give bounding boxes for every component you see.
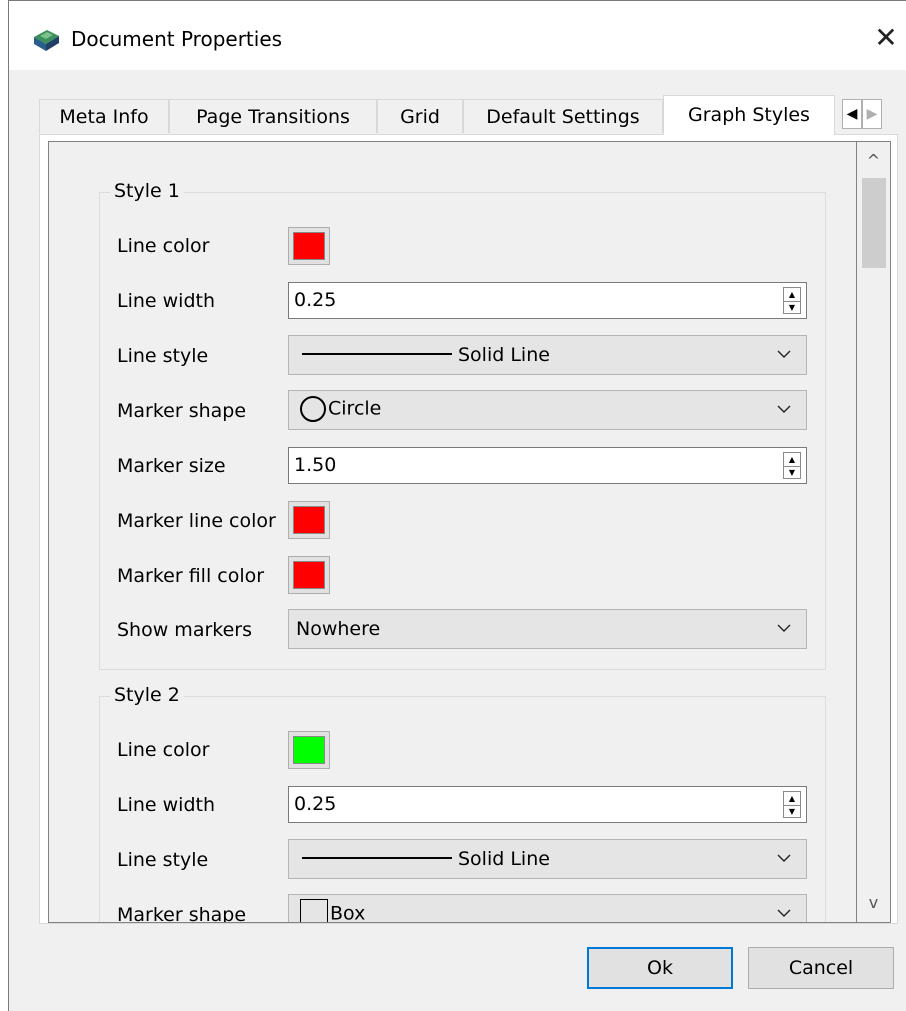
marker-fill-color-button[interactable] (288, 556, 330, 594)
chevron-down-icon (777, 854, 791, 862)
style-2-group: Style 2 Line color Line width 0.25 ▲ ▼ L… (99, 684, 826, 923)
show-markers-label: Show markers (117, 619, 252, 641)
line-style-label: Line style (117, 345, 209, 367)
scroll-up-icon[interactable]: ^ (857, 146, 890, 176)
marker-shape-value: Circle (328, 397, 382, 420)
marker-shape-combo[interactable]: Box (288, 894, 807, 923)
line-style-combo[interactable]: Solid Line (288, 839, 807, 879)
window-title: Document Properties (71, 27, 283, 51)
line-style-label: Line style (117, 849, 209, 871)
tab-label: Meta Info (59, 106, 149, 128)
tab-page-transitions[interactable]: Page Transitions (169, 99, 377, 133)
spin-value: 1.50 (294, 454, 337, 476)
marker-shape-label: Marker shape (117, 400, 247, 422)
close-icon[interactable]: ✕ (871, 23, 901, 53)
line-width-label: Line width (117, 290, 216, 312)
line-style-value: Solid Line (458, 848, 550, 870)
color-swatch (293, 561, 325, 589)
tab-label: Graph Styles (688, 104, 810, 126)
line-color-button[interactable] (288, 731, 330, 769)
chevron-down-icon (777, 624, 791, 632)
cancel-button[interactable]: Cancel (748, 947, 894, 989)
spin-value: 0.25 (294, 793, 337, 815)
scroll-thumb[interactable] (862, 178, 886, 268)
tab-bar: Meta Info Page Transitions Grid Default … (39, 95, 901, 135)
tab-label: Default Settings (486, 106, 640, 128)
line-width-label: Line width (117, 794, 216, 816)
chevron-down-icon (777, 405, 791, 413)
combo-value: Circle (296, 396, 381, 422)
marker-size-label: Marker size (117, 455, 226, 477)
combo-value: Solid Line (296, 848, 550, 870)
spin-down-icon[interactable]: ▼ (784, 301, 800, 314)
marker-shape-combo[interactable]: Circle (288, 390, 807, 430)
marker-fill-color-label: Marker fill color (117, 565, 265, 587)
style-1-group: Style 1 Line color Line width 0.25 ▲ ▼ L… (99, 180, 826, 670)
line-style-combo[interactable]: Solid Line (288, 335, 807, 375)
tab-label: Grid (400, 106, 440, 128)
spin-up-icon[interactable]: ▲ (784, 288, 800, 302)
tab-graph-styles[interactable]: Graph Styles (663, 95, 835, 135)
marker-line-color-button[interactable] (288, 501, 330, 539)
spin-up-icon[interactable]: ▲ (784, 453, 800, 467)
line-color-label: Line color (117, 739, 210, 761)
tab-scroll-left-icon[interactable]: ◀ (842, 99, 862, 129)
spin-value: 0.25 (294, 289, 337, 311)
box-marker-icon (300, 899, 328, 922)
spin-down-icon[interactable]: ▼ (784, 466, 800, 479)
vertical-scrollbar[interactable]: ^ v (857, 141, 891, 923)
line-style-value: Solid Line (458, 344, 550, 366)
scroll-down-icon[interactable]: v (857, 888, 890, 918)
document-properties-dialog: Document Properties ✕ Meta Info Page Tra… (8, 0, 906, 1011)
chevron-down-icon (777, 350, 791, 358)
group-legend: Style 1 (110, 180, 184, 202)
scroll-viewport[interactable]: Style 1 Line color Line width 0.25 ▲ ▼ L… (48, 141, 857, 923)
combo-value: Nowhere (296, 618, 381, 640)
show-markers-combo[interactable]: Nowhere (288, 609, 807, 649)
line-width-spinbox[interactable]: 0.25 ▲ ▼ (288, 786, 807, 823)
line-color-button[interactable] (288, 227, 330, 265)
marker-shape-value: Box (330, 902, 366, 923)
graph-styles-pane: Style 1 Line color Line width 0.25 ▲ ▼ L… (39, 134, 898, 924)
title-bar: Document Properties ✕ (9, 1, 906, 70)
tab-scroll-right-icon[interactable]: ▶ (862, 99, 882, 129)
group-legend: Style 2 (110, 684, 184, 706)
line-color-label: Line color (117, 235, 210, 257)
spin-buttons: ▲ ▼ (783, 452, 801, 479)
combo-value: Box (296, 899, 366, 923)
marker-size-spinbox[interactable]: 1.50 ▲ ▼ (288, 447, 807, 484)
color-swatch (293, 232, 325, 260)
solid-line-sample-icon (302, 352, 452, 355)
line-width-spinbox[interactable]: 0.25 ▲ ▼ (288, 282, 807, 319)
marker-shape-label: Marker shape (117, 904, 247, 923)
tab-default-settings[interactable]: Default Settings (463, 99, 663, 133)
color-swatch (293, 736, 325, 764)
color-swatch (293, 506, 325, 534)
spin-buttons: ▲ ▼ (783, 287, 801, 314)
spin-down-icon[interactable]: ▼ (784, 805, 800, 818)
marker-line-color-label: Marker line color (117, 510, 276, 532)
spin-buttons: ▲ ▼ (783, 791, 801, 818)
tab-meta-info[interactable]: Meta Info (39, 99, 169, 133)
chevron-down-icon (777, 909, 791, 917)
tab-grid[interactable]: Grid (377, 99, 463, 133)
app-document-icon (34, 30, 59, 51)
solid-line-sample-icon (302, 856, 452, 859)
tab-label: Page Transitions (196, 106, 350, 128)
combo-value: Solid Line (296, 344, 550, 366)
spin-up-icon[interactable]: ▲ (784, 792, 800, 806)
ok-button[interactable]: Ok (587, 947, 733, 989)
circle-marker-icon (300, 396, 326, 422)
